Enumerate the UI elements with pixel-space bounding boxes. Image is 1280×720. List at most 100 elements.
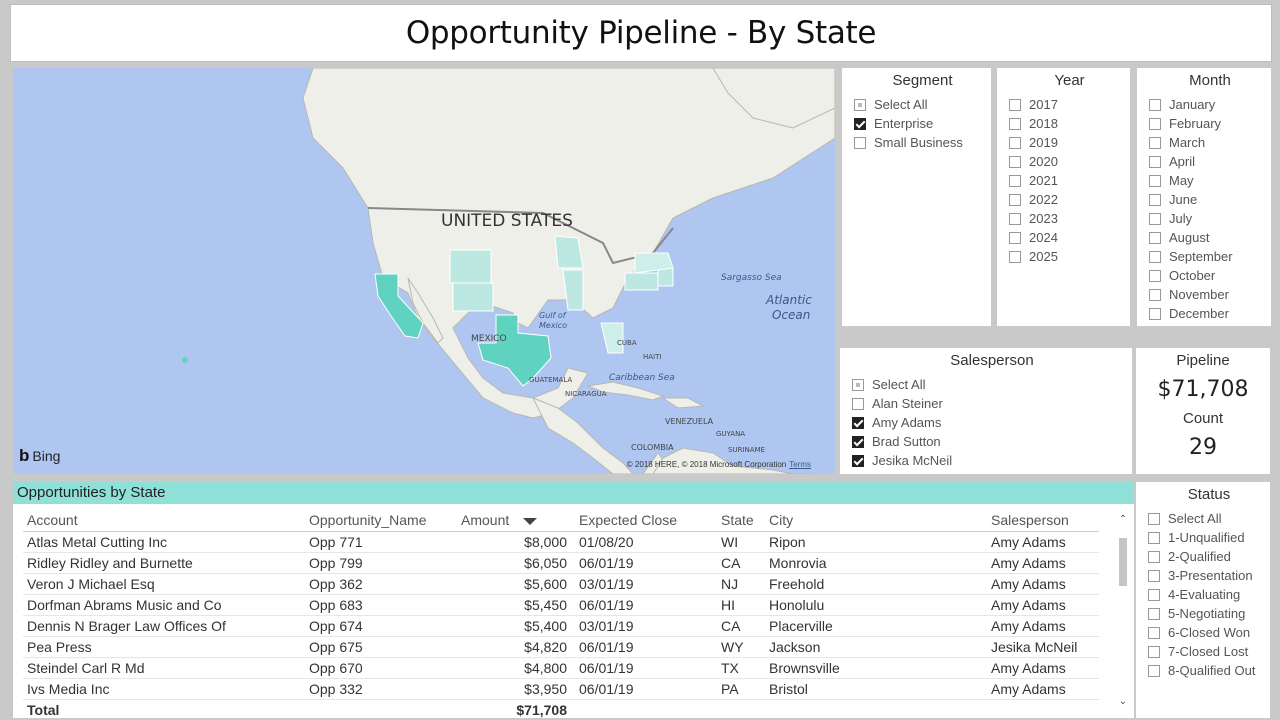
slicer-option[interactable]: 2024	[1009, 228, 1130, 247]
col-account[interactable]: Account	[23, 510, 305, 532]
state-new-jersey[interactable]	[657, 267, 674, 287]
slicer-option[interactable]: Amy Adams	[852, 413, 1132, 432]
slicer-option[interactable]: January	[1149, 95, 1271, 114]
slicer-option[interactable]: April	[1149, 152, 1271, 171]
checkbox[interactable]	[1009, 136, 1021, 149]
checkbox[interactable]	[1149, 269, 1161, 282]
state-map[interactable]: UNITED STATES MEXICO CUBA HAITI GUATEMAL…	[13, 68, 835, 474]
checkbox[interactable]	[1148, 531, 1160, 544]
checkbox[interactable]	[1148, 664, 1160, 677]
checkbox[interactable]	[1009, 212, 1021, 225]
checkbox[interactable]	[852, 397, 864, 410]
col-amount[interactable]: Amount	[457, 510, 575, 532]
slicer-option[interactable]: August	[1149, 228, 1271, 247]
slicer-option[interactable]: July	[1149, 209, 1271, 228]
scroll-thumb[interactable]	[1119, 538, 1127, 586]
checkbox[interactable]	[1009, 250, 1021, 263]
slicer-option[interactable]: Alan Steiner	[852, 394, 1132, 413]
state-wisconsin[interactable]	[554, 235, 584, 269]
slicer-option[interactable]: 2022	[1009, 190, 1130, 209]
slicer-option[interactable]: 8-Qualified Out	[1148, 661, 1270, 680]
slicer-option[interactable]: 3-Presentation	[1148, 566, 1270, 585]
checkbox[interactable]	[854, 117, 866, 130]
slicer-option[interactable]: Select All	[854, 95, 991, 114]
slicer-option[interactable]: June	[1149, 190, 1271, 209]
table-scrollbar[interactable]: ⌃ ⌄	[1117, 514, 1129, 710]
table-row[interactable]: Atlas Metal Cutting Inc Opp 771 $8,000 01/0…	[23, 531, 1099, 553]
slicer-option[interactable]: Enterprise	[854, 114, 991, 133]
slicer-option[interactable]: February	[1149, 114, 1271, 133]
checkbox[interactable]	[1149, 307, 1161, 320]
checkbox[interactable]	[1148, 550, 1160, 563]
checkbox[interactable]	[1149, 136, 1161, 149]
slicer-option[interactable]: 1-Unqualified	[1148, 528, 1270, 547]
checkbox[interactable]	[854, 98, 866, 111]
slicer-option[interactable]: 6-Closed Won	[1148, 623, 1270, 642]
map-canvas[interactable]	[13, 68, 835, 474]
checkbox[interactable]	[1149, 231, 1161, 244]
checkbox[interactable]	[1148, 569, 1160, 582]
table-row[interactable]: Dorfman Abrams Music and Co Opp 683 $5,450…	[23, 594, 1099, 616]
checkbox[interactable]	[1009, 231, 1021, 244]
slicer-option[interactable]: November	[1149, 285, 1271, 304]
slicer-option[interactable]: Small Business	[854, 133, 991, 152]
slicer-option[interactable]: 2021	[1009, 171, 1130, 190]
slicer-option[interactable]: 2020	[1009, 152, 1130, 171]
col-expected-close[interactable]: Expected Close	[575, 510, 717, 532]
checkbox[interactable]	[1148, 588, 1160, 601]
slicer-option[interactable]: 2025	[1009, 247, 1130, 266]
slicer-option[interactable]: Select All	[852, 375, 1132, 394]
table-row[interactable]: Pea Press Opp 675 $4,820 06/01/19 WY Jackson J…	[23, 636, 1099, 658]
slicer-option[interactable]: October	[1149, 266, 1271, 285]
scroll-down-icon[interactable]: ⌄	[1117, 696, 1129, 708]
checkbox[interactable]	[1149, 212, 1161, 225]
checkbox[interactable]	[1149, 193, 1161, 206]
col-city[interactable]: City	[765, 510, 987, 532]
checkbox[interactable]	[852, 435, 864, 448]
slicer-option[interactable]: 2019	[1009, 133, 1130, 152]
sort-desc-icon[interactable]	[523, 518, 538, 526]
checkbox[interactable]	[1148, 645, 1160, 658]
checkbox[interactable]	[1149, 288, 1161, 301]
checkbox[interactable]	[1009, 155, 1021, 168]
checkbox[interactable]	[1148, 512, 1160, 525]
slicer-option[interactable]: 2023	[1009, 209, 1130, 228]
checkbox[interactable]	[1009, 98, 1021, 111]
checkbox[interactable]	[852, 454, 864, 467]
checkbox[interactable]	[852, 378, 864, 391]
slicer-option[interactable]: Jesika McNeil	[852, 451, 1132, 470]
slicer-option[interactable]: Select All	[1148, 509, 1270, 528]
col-state[interactable]: State	[717, 510, 765, 532]
scroll-track[interactable]	[1117, 526, 1129, 696]
table-row[interactable]: Veron J Michael Esq Opp 362 $5,600 03/01/19…	[23, 573, 1099, 595]
checkbox[interactable]	[852, 416, 864, 429]
checkbox[interactable]	[1009, 174, 1021, 187]
scroll-up-icon[interactable]: ⌃	[1117, 514, 1129, 526]
checkbox[interactable]	[1148, 607, 1160, 620]
checkbox[interactable]	[854, 136, 866, 149]
state-colorado[interactable]	[452, 282, 494, 312]
checkbox[interactable]	[1009, 193, 1021, 206]
table-row[interactable]: Ridley Ridley and Burnette Opp 799 $6,050 0…	[23, 552, 1099, 574]
slicer-option[interactable]: May	[1149, 171, 1271, 190]
table-row[interactable]: Steindel Carl R Md Opp 670 $4,800 06/01/19 T…	[23, 657, 1099, 679]
slicer-option[interactable]: 7-Closed Lost	[1148, 642, 1270, 661]
slicer-option[interactable]: 5-Negotiating	[1148, 604, 1270, 623]
table-row[interactable]: Dennis N Brager Law Offices Of Opp 674 $5,…	[23, 615, 1099, 637]
state-hawaii[interactable]	[182, 357, 188, 363]
slicer-option[interactable]: September	[1149, 247, 1271, 266]
checkbox[interactable]	[1149, 155, 1161, 168]
checkbox[interactable]	[1149, 98, 1161, 111]
table-row[interactable]: Ivs Media Inc Opp 332 $3,950 06/01/19 PA Bris…	[23, 678, 1099, 700]
checkbox[interactable]	[1149, 117, 1161, 130]
slicer-option[interactable]: December	[1149, 304, 1271, 323]
slicer-option[interactable]: March	[1149, 133, 1271, 152]
slicer-option[interactable]: 4-Evaluating	[1148, 585, 1270, 604]
terms-link[interactable]: Terms	[789, 460, 811, 469]
col-opportunity-name[interactable]: Opportunity_Name	[305, 510, 457, 532]
state-wyoming[interactable]	[449, 249, 492, 284]
checkbox[interactable]	[1149, 174, 1161, 187]
slicer-option[interactable]: Brad Sutton	[852, 432, 1132, 451]
slicer-option[interactable]: 2-Qualified	[1148, 547, 1270, 566]
state-pennsylvania[interactable]	[624, 272, 659, 291]
